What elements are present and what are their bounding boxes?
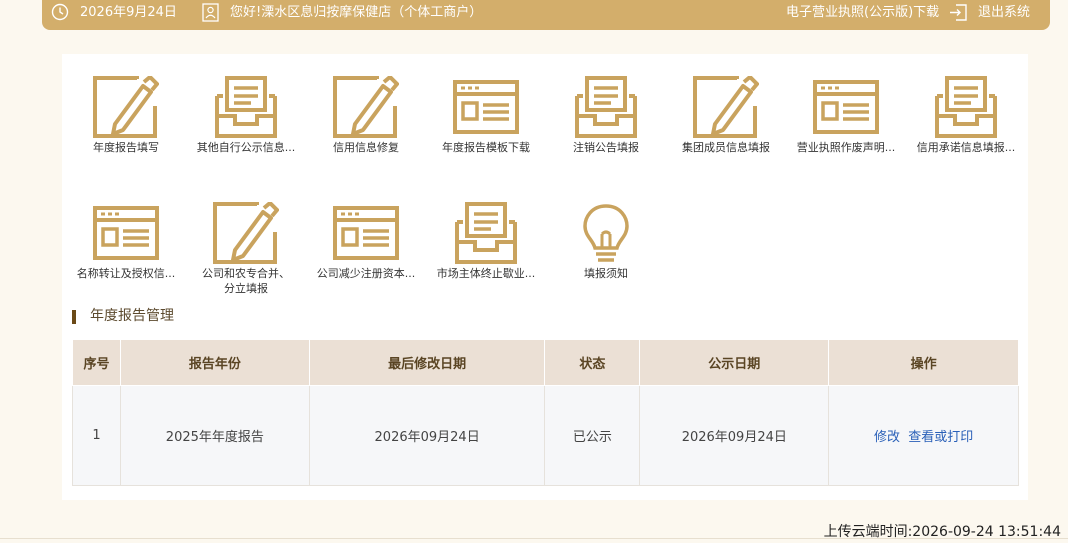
tile-template-download[interactable]: 年度报告模板下载	[426, 76, 546, 166]
clock-icon	[51, 3, 69, 21]
main-card: 年度报告填写 其他自行公示信息... 信用信息修复 年度报告模板下载 注销公告填…	[62, 54, 1028, 500]
logout-link[interactable]: 退出系统	[978, 0, 1030, 26]
last-modified-date: 2026年09月24日	[308, 385, 546, 486]
tile-label: 名称转让及授权信...	[76, 267, 176, 280]
tile-label: 信用信息修复	[333, 141, 399, 154]
view-print-link[interactable]: 查看或打印	[908, 430, 973, 445]
window-form-icon	[453, 80, 519, 134]
divider	[0, 538, 1068, 539]
tile-label: 年度报告填写	[93, 141, 159, 154]
tile-label: 填报须知	[584, 267, 628, 280]
pencil-edit-icon	[333, 76, 399, 138]
tile-label: 其他自行公示信息...	[196, 141, 296, 154]
inbox-tray-icon	[455, 202, 517, 264]
actions-cell: 修改 查看或打印	[828, 385, 1019, 486]
logout-icon[interactable]	[949, 3, 968, 22]
top-bar: 2026年9月24日 您好!溧水区息归按摩保健店（个体工商户） 电子营业执照(公…	[42, 0, 1050, 30]
tile-label: 年度报告模板下载	[442, 141, 530, 154]
column-header: 最后修改日期	[308, 339, 546, 386]
tile-cancellation-notice[interactable]: 注销公告填报	[546, 76, 666, 166]
inbox-tray-icon	[215, 76, 277, 138]
tile-filing-guide[interactable]: 填报须知	[546, 202, 666, 292]
tile-annual-report-fill[interactable]: 年度报告填写	[66, 76, 186, 166]
tile-group-member[interactable]: 集团成员信息填报	[666, 76, 786, 166]
inbox-tray-icon	[935, 76, 997, 138]
pencil-edit-icon	[693, 76, 759, 138]
row-number: 1	[72, 385, 121, 486]
annual-report-table: 序号 报告年份 最后修改日期 状态 公示日期 操作 1 2025年年度报告 20…	[72, 339, 1019, 486]
tile-label: 注销公告填报	[573, 141, 639, 154]
table-header-row: 序号 报告年份 最后修改日期 状态 公示日期 操作	[72, 339, 1019, 386]
section-title: 年度报告管理	[90, 308, 174, 324]
pencil-edit-icon	[213, 202, 279, 264]
tile-label: 营业执照作废声明...	[796, 141, 896, 154]
tile-business-suspension[interactable]: 市场主体终止歇业...	[426, 202, 546, 292]
lightbulb-icon	[583, 204, 629, 262]
publish-date: 2026年09月24日	[639, 385, 830, 486]
download-license-link[interactable]: 电子营业执照(公示版)下载	[786, 0, 939, 26]
status: 已公示	[544, 385, 641, 486]
column-header: 状态	[544, 339, 641, 386]
report-year: 2025年年度报告	[119, 385, 310, 486]
tile-credit-repair[interactable]: 信用信息修复	[306, 76, 426, 166]
column-header: 公示日期	[639, 339, 830, 386]
table-row: 1 2025年年度报告 2026年09月24日 已公示 2026年09月24日 …	[72, 385, 1019, 486]
tile-credit-commitment[interactable]: 信用承诺信息填报...	[906, 76, 1026, 166]
tile-label: 信用承诺信息填报...	[916, 141, 1016, 154]
current-date: 2026年9月24日	[80, 5, 177, 20]
window-form-icon	[93, 206, 159, 260]
column-header: 报告年份	[119, 339, 310, 386]
tile-label: 公司减少注册资本...	[316, 267, 416, 280]
tile-label: 公司和农专合并、分立填报	[202, 267, 290, 295]
inbox-tray-icon	[575, 76, 637, 138]
tile-label: 集团成员信息填报	[682, 141, 770, 154]
column-header: 序号	[72, 339, 121, 386]
window-form-icon	[333, 206, 399, 260]
section-marker	[72, 310, 76, 324]
user-card-icon	[202, 3, 219, 22]
tile-name-transfer[interactable]: 名称转让及授权信...	[66, 202, 186, 292]
tile-license-void[interactable]: 营业执照作废声明...	[786, 76, 906, 166]
tile-merger-split[interactable]: 公司和农专合并、分立填报	[186, 202, 306, 295]
tile-other-disclosure[interactable]: 其他自行公示信息...	[186, 76, 306, 166]
tile-label: 市场主体终止歇业...	[436, 267, 536, 280]
greeting-text: 您好!溧水区息归按摩保健店（个体工商户）	[230, 5, 483, 20]
pencil-edit-icon	[93, 76, 159, 138]
column-header: 操作	[828, 339, 1019, 386]
tile-capital-reduction[interactable]: 公司减少注册资本...	[306, 202, 426, 292]
edit-link[interactable]: 修改	[874, 430, 900, 445]
window-form-icon	[813, 80, 879, 134]
